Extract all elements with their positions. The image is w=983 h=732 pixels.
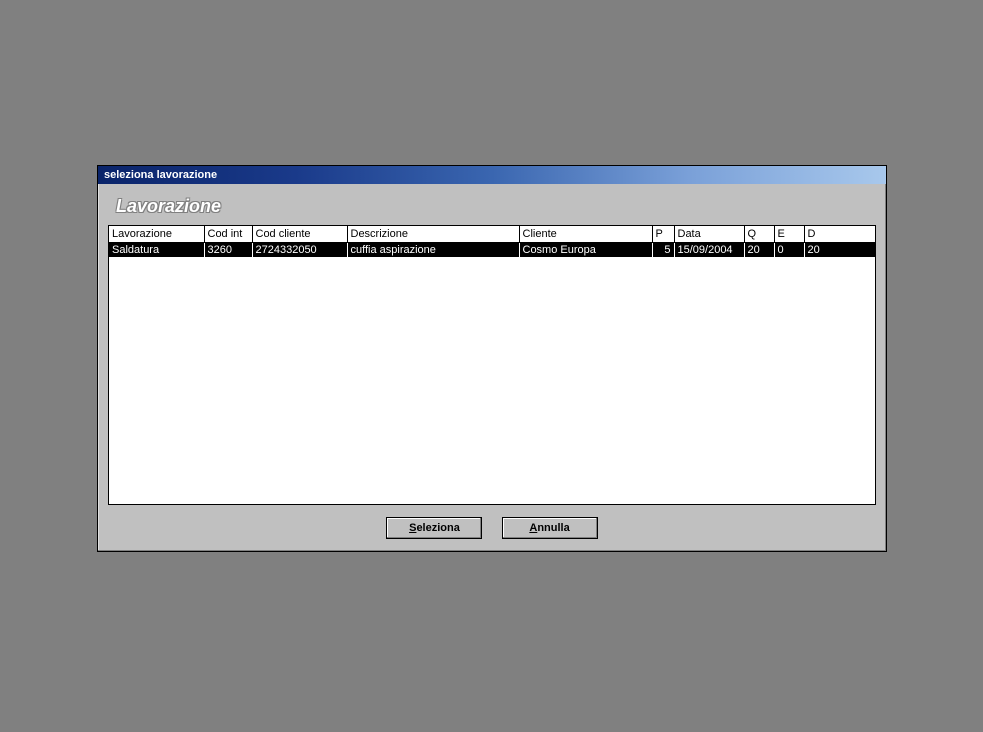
cell-cod-int: 3260	[204, 242, 252, 257]
col-header-d[interactable]: D	[804, 226, 875, 242]
data-grid[interactable]: Lavorazione Cod int Cod cliente Descrizi…	[108, 225, 876, 505]
col-header-data[interactable]: Data	[674, 226, 744, 242]
table-row[interactable]: Saldatura 3260 2724332050 cuffia aspiraz…	[109, 242, 875, 257]
col-header-cod-cliente[interactable]: Cod cliente	[252, 226, 347, 242]
cell-descrizione: cuffia aspirazione	[347, 242, 519, 257]
cell-lavorazione: Saldatura	[109, 242, 204, 257]
dialog-window: seleziona lavorazione Lavorazione Lavora…	[97, 165, 887, 552]
cell-q: 20	[744, 242, 774, 257]
col-header-q[interactable]: Q	[744, 226, 774, 242]
dialog-content: Lavorazione Lavorazione Cod int Cod clie…	[98, 184, 886, 551]
col-header-e[interactable]: E	[774, 226, 804, 242]
cell-p: 5	[652, 242, 674, 257]
window-title: seleziona lavorazione	[104, 169, 217, 181]
dialog-heading: Lavorazione	[108, 194, 876, 225]
col-header-descrizione[interactable]: Descrizione	[347, 226, 519, 242]
select-button[interactable]: Seleziona	[386, 517, 482, 539]
cell-d: 20	[804, 242, 875, 257]
col-header-p[interactable]: P	[652, 226, 674, 242]
col-header-cliente[interactable]: Cliente	[519, 226, 652, 242]
button-row: Seleziona Annulla	[108, 505, 876, 539]
titlebar: seleziona lavorazione	[98, 166, 886, 184]
select-label: eleziona	[416, 522, 459, 534]
cell-cliente: Cosmo Europa	[519, 242, 652, 257]
cell-e: 0	[774, 242, 804, 257]
cancel-label: nnulla	[537, 522, 569, 534]
table-header-row: Lavorazione Cod int Cod cliente Descrizi…	[109, 226, 875, 242]
col-header-cod-int[interactable]: Cod int	[204, 226, 252, 242]
cancel-button[interactable]: Annulla	[502, 517, 598, 539]
col-header-lavorazione[interactable]: Lavorazione	[109, 226, 204, 242]
cell-cod-cliente: 2724332050	[252, 242, 347, 257]
cell-data: 15/09/2004	[674, 242, 744, 257]
